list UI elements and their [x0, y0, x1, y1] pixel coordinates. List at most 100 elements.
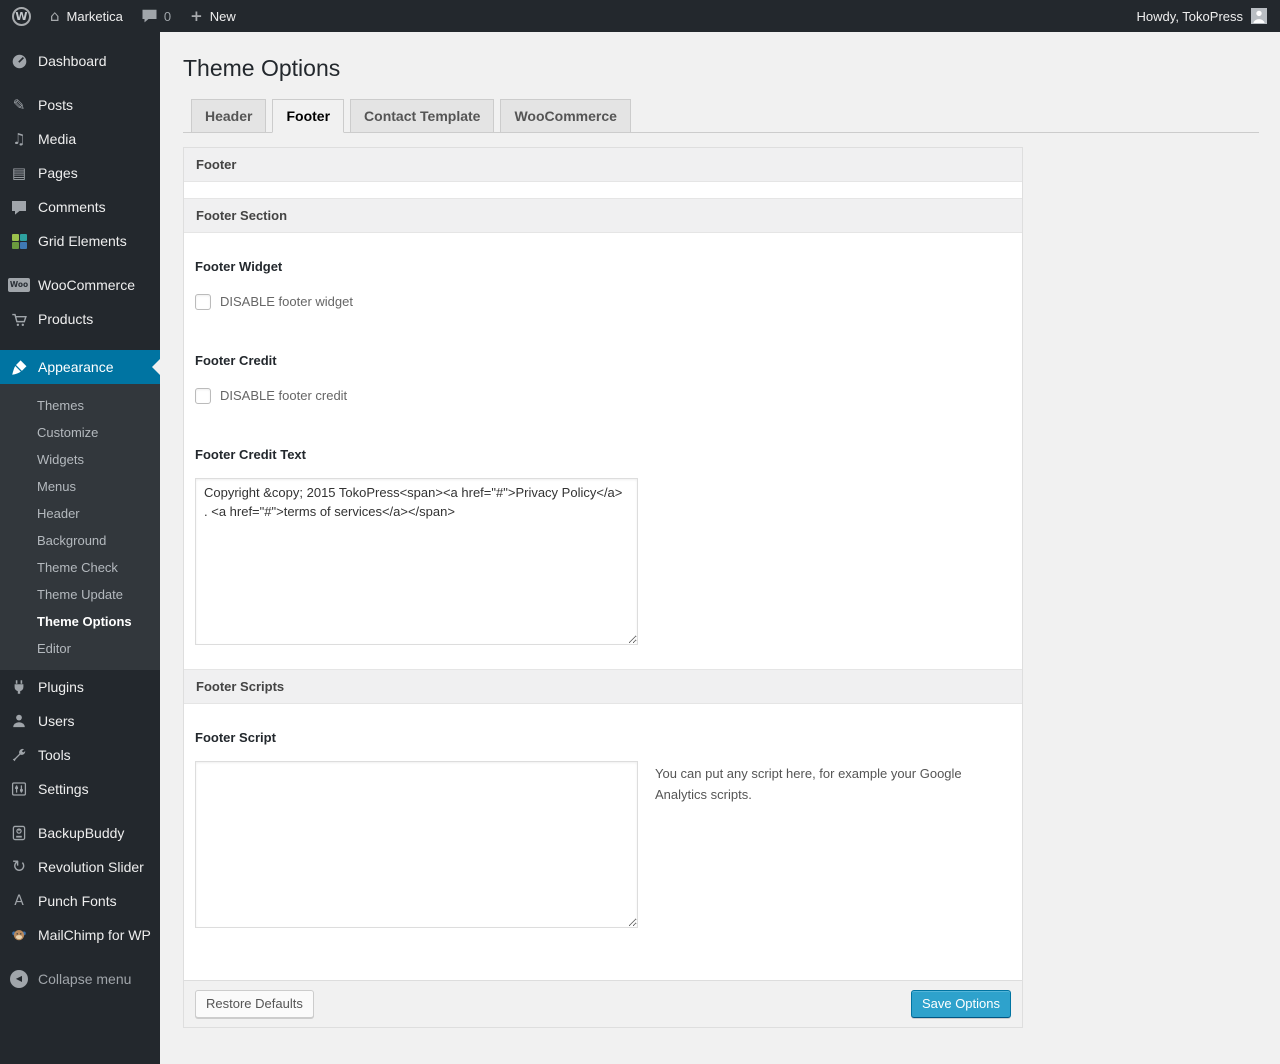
sidebar-item-posts[interactable]: ✎ Posts [0, 88, 160, 122]
footer-script-textarea[interactable] [195, 760, 638, 928]
sidebar-item-backupbuddy[interactable]: BackupBuddy [0, 816, 160, 850]
brush-icon [9, 357, 29, 377]
sidebar-item-users[interactable]: Users [0, 704, 160, 738]
tab-footer[interactable]: Footer [272, 98, 345, 133]
comments-icon [9, 197, 29, 217]
restore-defaults-button[interactable]: Restore Defaults [195, 989, 314, 1018]
settings-icon [9, 779, 29, 799]
sidebar-item-mailchimp[interactable]: MailChimp for WP [0, 918, 160, 952]
letter-a-icon: A [14, 893, 24, 909]
submenu-item-theme-update[interactable]: Theme Update [0, 581, 160, 608]
sidebar-item-label: Punch Fonts [38, 893, 117, 909]
theme-options-panel: Footer Footer Section Footer Widget DISA… [183, 146, 1023, 1028]
home-icon: ⌂ [50, 6, 60, 25]
sidebar-item-label: Pages [38, 165, 78, 181]
footer-credit-text-textarea[interactable]: Copyright &copy; 2015 TokoPress<span><a … [195, 477, 638, 645]
sidebar-item-tools[interactable]: Tools [0, 738, 160, 772]
disable-footer-widget-text: DISABLE footer widget [220, 294, 353, 310]
mailchimp-monkey-icon [9, 925, 29, 945]
submenu-item-theme-check[interactable]: Theme Check [0, 554, 160, 581]
tab-contact-template[interactable]: Contact Template [350, 98, 495, 133]
sidebar-item-label: Tools [38, 747, 71, 763]
sidebar-item-label: Grid Elements [38, 233, 127, 249]
sidebar-item-label: Media [38, 131, 77, 147]
submenu-item-menus[interactable]: Menus [0, 473, 160, 500]
footer-scripts-body: Footer Script You can put any script her… [184, 703, 1022, 980]
sidebar-item-appearance[interactable]: Appearance [0, 350, 160, 384]
sidebar-item-grid-elements[interactable]: Grid Elements [0, 224, 160, 258]
sidebar-item-label: Revolution Slider [38, 859, 144, 875]
section-header-footer-section: Footer Section [184, 197, 1022, 233]
submenu-item-customize[interactable]: Customize [0, 419, 160, 446]
tab-woocommerce[interactable]: WooCommerce [500, 98, 631, 133]
new-label: New [209, 8, 236, 24]
disable-footer-credit-checkbox[interactable] [195, 387, 211, 404]
footer-credit-label: Footer Credit [195, 352, 277, 368]
refresh-icon: ↻ [11, 856, 27, 877]
submenu-item-editor[interactable]: Editor [0, 635, 160, 662]
sidebar-item-media[interactable]: ♫ Media [0, 122, 160, 156]
wordpress-admin-screen: W ⌂ Marketica 0 + New Howdy, TokoPress D… [0, 0, 1280, 1064]
disable-footer-widget-checkbox[interactable] [195, 293, 211, 310]
sidebar-item-label: Settings [38, 781, 89, 797]
wrench-icon [9, 745, 29, 765]
panel-spacer [184, 181, 1022, 198]
backup-drive-icon [9, 823, 29, 843]
wordpress-logo-icon: W [12, 6, 31, 26]
new-content-menu[interactable]: + New [190, 6, 236, 25]
footer-script-label: Footer Script [195, 729, 276, 745]
footer-widget-label: Footer Widget [195, 258, 283, 274]
main-content: Theme Options Header Footer Contact Temp… [160, 32, 1280, 1064]
sidebar-item-products[interactable]: Products [0, 302, 160, 336]
tab-header[interactable]: Header [191, 98, 267, 133]
grid-elements-icon [9, 231, 29, 251]
dashboard-icon [9, 51, 29, 71]
submenu-item-background[interactable]: Background [0, 527, 160, 554]
sidebar-item-comments[interactable]: Comments [0, 190, 160, 224]
wordpress-logo-menu[interactable]: W [12, 6, 31, 26]
avatar [1251, 8, 1267, 24]
submenu-item-themes[interactable]: Themes [0, 392, 160, 419]
woocommerce-icon: Woo [7, 275, 31, 295]
plus-icon: + [190, 6, 203, 25]
panel-action-row: Restore Defaults Save Options [184, 979, 1022, 1027]
sidebar-item-woocommerce[interactable]: Woo WooCommerce [0, 268, 160, 302]
sidebar-item-label: Users [38, 713, 75, 729]
comment-count: 0 [163, 8, 172, 24]
collapse-menu-button[interactable]: ◀ Collapse menu [0, 962, 160, 996]
submenu-item-theme-options[interactable]: Theme Options [0, 608, 160, 635]
comments-shortcut[interactable]: 0 [142, 9, 171, 24]
footer-credit-text-label: Footer Credit Text [195, 446, 306, 462]
sidebar-item-dashboard[interactable]: Dashboard [0, 44, 160, 78]
media-icon: ♫ [12, 129, 26, 148]
sidebar-item-label: BackupBuddy [38, 825, 125, 841]
sidebar-item-settings[interactable]: Settings [0, 772, 160, 806]
sidebar-item-label: WooCommerce [38, 277, 135, 293]
site-name: Marketica [66, 8, 123, 24]
cart-icon [9, 309, 29, 329]
howdy-text: Howdy, TokoPress [1136, 8, 1243, 24]
sidebar-item-label: MailChimp for WP [38, 927, 151, 943]
admin-menu: Dashboard ✎ Posts ♫ Media ▤ Pages Commen… [0, 32, 160, 1064]
sidebar-item-label: Products [38, 311, 94, 327]
footer-section-body: Footer Widget DISABLE footer widget Foot… [184, 232, 1022, 669]
sidebar-item-revolution-slider[interactable]: ↻ Revolution Slider [0, 850, 160, 884]
sidebar-item-pages[interactable]: ▤ Pages [0, 156, 160, 190]
disable-footer-credit-text: DISABLE footer credit [220, 388, 348, 404]
my-account-menu[interactable]: Howdy, TokoPress [1137, 8, 1267, 24]
pages-icon: ▤ [11, 163, 27, 182]
sidebar-item-plugins[interactable]: Plugins [0, 670, 160, 704]
submenu-item-widgets[interactable]: Widgets [0, 446, 160, 473]
comment-bubble-icon [142, 9, 157, 23]
pin-icon: ✎ [12, 95, 26, 114]
user-icon [9, 711, 29, 731]
collapse-icon: ◀ [9, 969, 29, 989]
panel-header-footer: Footer [184, 147, 1022, 182]
sidebar-item-punch-fonts[interactable]: A Punch Fonts [0, 884, 160, 918]
submenu-item-header[interactable]: Header [0, 500, 160, 527]
site-name-link[interactable]: ⌂ Marketica [50, 6, 123, 25]
collapse-menu-label: Collapse menu [38, 971, 132, 987]
section-header-footer-scripts: Footer Scripts [184, 668, 1022, 704]
appearance-submenu: Themes Customize Widgets Menus Header Ba… [0, 384, 160, 670]
save-options-button[interactable]: Save Options [910, 989, 1011, 1018]
